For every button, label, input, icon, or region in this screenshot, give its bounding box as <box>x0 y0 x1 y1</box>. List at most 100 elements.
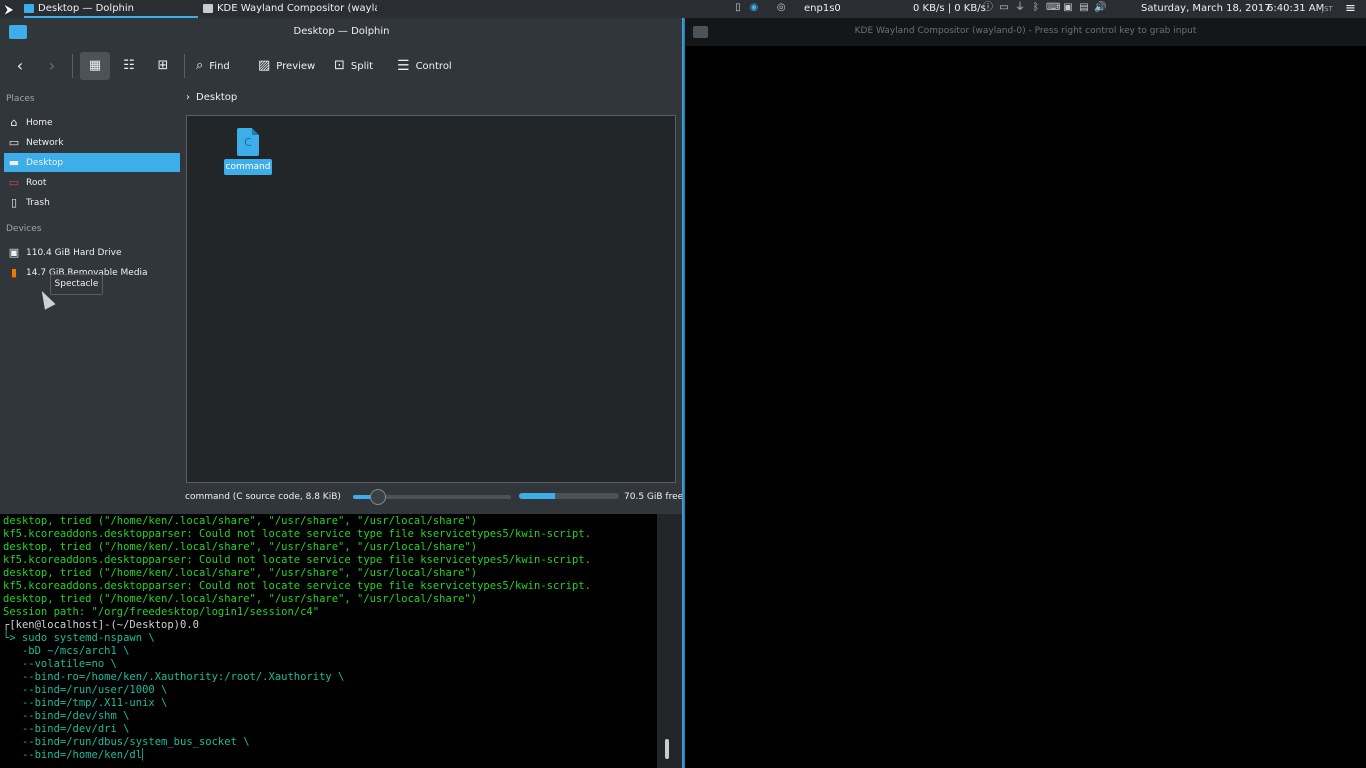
chevron-right-icon: › <box>48 56 56 75</box>
terminal-line: -bD ~/mcs/arch1 \ <box>3 645 130 657</box>
network-label: enp1s0 <box>804 3 841 14</box>
details-view-button[interactable]: ⊞ <box>148 52 178 80</box>
split-icon: ⊡ <box>334 58 345 73</box>
place-label: Root <box>26 178 47 188</box>
toolbar: ‹ › ▦ ☷ ⊞ ⌕ Find ▨ Preview ⊡ Split ☰ Control <box>0 46 683 86</box>
notifications-icon[interactable]: ⓘ <box>982 3 994 13</box>
terminal-line: --volatile=no \ <box>3 658 117 670</box>
control-button[interactable]: ☰ Control <box>397 52 457 80</box>
place-home[interactable]: ⌂ Home <box>4 113 180 132</box>
disk-usage-fill <box>519 493 555 499</box>
scrollbar-handle[interactable] <box>665 739 669 759</box>
time[interactable]: 6:40:31 AM <box>1267 0 1324 18</box>
file-view[interactable]: C command <box>186 115 676 483</box>
display-icon[interactable]: ▣ <box>1062 3 1074 13</box>
browser-icon[interactable]: ◉ <box>748 3 760 13</box>
place-desktop[interactable]: ▬ Desktop <box>4 153 180 172</box>
forward-button[interactable]: › <box>42 52 62 80</box>
image-icon: ▨ <box>258 58 271 73</box>
breadcrumb-desktop[interactable]: Desktop <box>196 92 237 103</box>
clipboard-icon[interactable]: ▤ <box>1078 3 1090 13</box>
panel-menu-icon[interactable]: ≡ <box>1345 0 1356 18</box>
kwin-titlebar[interactable]: KDE Wayland Compositor (wayland-0) - Pre… <box>685 18 1366 46</box>
split-button[interactable]: ⊡ Split <box>334 52 382 80</box>
chevron-left-icon: ‹ <box>16 56 24 75</box>
find-button[interactable]: ⌕ Find <box>196 52 244 80</box>
c-source-file-icon: C <box>237 128 259 156</box>
keyboard-icon[interactable]: ⌨ <box>1046 3 1060 13</box>
terminal-line: └> sudo systemd-nspawn \ <box>3 632 155 644</box>
place-label: Network <box>26 138 64 148</box>
top-panel: ⮞ Desktop — Dolphin KDE Wayland Composit… <box>0 0 1366 18</box>
file-glyph: C <box>244 136 252 149</box>
usb-icon[interactable]: ⏚ <box>1014 3 1026 13</box>
network-speed: 0 KB/s | 0 KB/s <box>913 3 986 14</box>
toolbar-separator <box>184 54 185 78</box>
device-hard-drive[interactable]: ▣ 110.4 GiB Hard Drive <box>4 243 180 262</box>
icons-view-icon: ▦ <box>88 58 102 73</box>
hard-drive-icon: ▣ <box>8 246 20 259</box>
battery-icon[interactable]: ▭ <box>998 3 1010 13</box>
network-activity-icon[interactable]: ◎ <box>775 3 787 13</box>
tray-icons: ⓘ ▭ ⏚ ᛒ ⌨ ▣ ▤ 🔊 <box>980 0 1108 18</box>
window-title: Desktop — Dolphin <box>293 26 390 37</box>
compact-view-button[interactable]: ☷ <box>114 52 144 80</box>
preview-button[interactable]: ▨ Preview <box>258 52 320 80</box>
bluetooth-icon[interactable]: ᛒ <box>1030 3 1042 13</box>
trash-icon: ▯ <box>10 196 18 209</box>
task-kwin-wayland[interactable]: KDE Wayland Compositor (waylan··· <box>203 0 377 18</box>
terminal-line: --bind-ro=/home/ken/.Xauthority:/root/.X… <box>3 671 345 683</box>
chevron-right-icon: › <box>186 92 190 103</box>
file-name: command <box>224 159 272 175</box>
compact-view-icon: ☷ <box>123 58 135 73</box>
place-root[interactable]: ▭ Root <box>4 173 180 192</box>
devices-header: Devices <box>6 224 42 234</box>
date[interactable]: Saturday, March 18, 2017 <box>1141 0 1271 18</box>
task-label: KDE Wayland Compositor (waylan··· <box>217 3 377 14</box>
network-icon: ▭ <box>8 136 20 149</box>
places-header: Places <box>6 94 35 104</box>
phone-icon[interactable]: ▯ <box>732 3 744 13</box>
terminal-line: kf5.kcoreaddons.desktopparser: Could not… <box>3 528 591 540</box>
icons-view-button[interactable]: ▦ <box>80 52 110 80</box>
place-trash[interactable]: ▯ Trash <box>4 193 180 212</box>
kwin-wayland-window[interactable]: KDE Wayland Compositor (wayland-0) - Pre… <box>685 18 1366 768</box>
disk-usage-bar <box>519 493 619 499</box>
terminal-line: Session path: "/org/freedesktop/login1/s… <box>3 606 320 618</box>
terminal[interactable]: desktop, tried ("/home/ken/.local/share"… <box>0 514 683 768</box>
terminal-line: --bind=/home/ken/dl▏ <box>3 749 149 761</box>
dolphin-icon <box>24 3 34 13</box>
zoom-slider-handle[interactable] <box>370 489 386 505</box>
terminal-line: desktop, tried ("/home/ken/.local/share"… <box>3 593 478 605</box>
search-icon: ⌕ <box>196 58 204 73</box>
hamburger-menu-icon: ☰ <box>397 58 410 74</box>
task-label: Desktop — Dolphin <box>38 3 134 14</box>
preview-label: Preview <box>276 61 316 72</box>
device-label: 110.4 GiB Hard Drive <box>26 248 122 258</box>
timezone: JST <box>1322 5 1333 13</box>
details-view-icon: ⊞ <box>157 58 169 73</box>
application-launcher-icon[interactable]: ⮞ <box>2 2 16 16</box>
place-label: Trash <box>26 198 50 208</box>
terminal-line: ┌[ken@localhost]-(~/Desktop)0.0 <box>3 619 199 631</box>
back-button[interactable]: ‹ <box>10 52 30 80</box>
terminal-line: kf5.kcoreaddons.desktopparser: Could not… <box>3 554 591 566</box>
breadcrumb[interactable]: › Desktop <box>186 92 237 108</box>
terminal-line: --bind=/dev/shm \ <box>3 710 130 722</box>
place-network[interactable]: ▭ Network <box>4 133 180 152</box>
home-icon: ⌂ <box>10 116 18 129</box>
terminal-line: --bind=/run/user/1000 \ <box>3 684 168 696</box>
toolbar-separator <box>72 54 73 78</box>
tooltip: Spectacle <box>50 274 103 295</box>
volume-icon[interactable]: 🔊 <box>1094 3 1106 13</box>
free-space: 70.5 GiB free <box>624 492 684 502</box>
root-folder-icon: ▭ <box>8 176 20 189</box>
task-dolphin[interactable]: Desktop — Dolphin <box>24 0 198 18</box>
places-panel: Places ⌂ Home ▭ Network ▬ Desktop ▭ Root ▯ Tr… <box>0 86 183 514</box>
terminal-scrollbar[interactable] <box>657 514 683 768</box>
window-icon <box>203 3 213 13</box>
place-label: Desktop <box>26 158 64 168</box>
terminal-line: --bind=/run/dbus/system_bus_socket \ <box>3 736 250 748</box>
tray-left: ▯ ◉ ◎ <box>730 0 789 18</box>
dolphin-titlebar[interactable]: Desktop — Dolphin <box>0 18 683 46</box>
